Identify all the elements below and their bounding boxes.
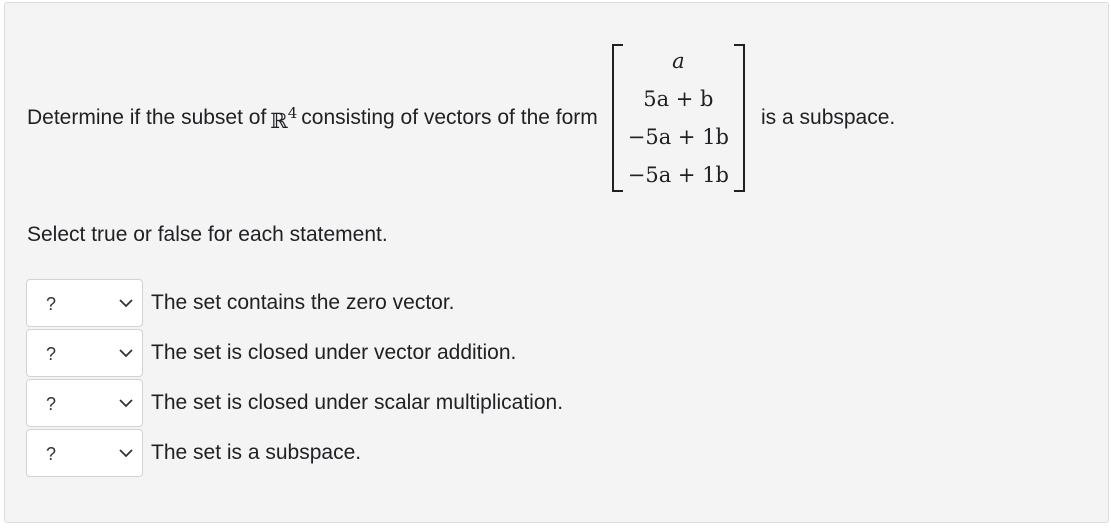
real-space-symbol: ℝ4	[270, 104, 297, 133]
true-false-select[interactable]: ?	[26, 329, 143, 377]
true-false-select[interactable]: ?	[26, 279, 143, 327]
select-value: ?	[46, 294, 57, 314]
matrix-entry: −5a + 1b	[627, 125, 729, 149]
statement-text: The set is closed under scalar multiplic…	[151, 391, 564, 414]
question-middle: consisting of vectors of the form	[301, 106, 598, 129]
matrix-entry: −5a + 1b	[627, 163, 729, 187]
chevron-down-icon	[119, 299, 133, 308]
true-false-select[interactable]: ?	[26, 429, 143, 477]
select-value: ?	[46, 344, 57, 364]
chevron-down-icon	[119, 349, 133, 358]
statement-list: ? The set contains the zero vector. ? Th…	[26, 278, 563, 478]
instructions-text: Select true or false for each statement.	[27, 223, 388, 246]
question-panel: Determine if the subset of ℝ4 consisting…	[4, 2, 1109, 523]
matrix-row: a	[622, 42, 735, 80]
matrix-row: −5a + 1b	[622, 156, 735, 194]
chevron-down-icon	[119, 449, 133, 458]
statement-row: ? The set is closed under vector additio…	[26, 328, 563, 378]
statement-row: ? The set contains the zero vector.	[26, 278, 563, 328]
real-space-dimension: 4	[287, 103, 298, 122]
statement-text: The set contains the zero vector.	[151, 291, 455, 314]
matrix-row: −5a + 1b	[622, 118, 735, 156]
matrix-right-bracket	[734, 44, 745, 192]
true-false-select[interactable]: ?	[26, 379, 143, 427]
vector-matrix: a 5a + b −5a + 1b −5a + 1b	[611, 42, 745, 194]
statement-text: The set is a subspace.	[151, 441, 362, 464]
matrix-entry: 5a + b	[643, 87, 714, 111]
question-suffix: is a subspace.	[761, 106, 896, 129]
matrix-entry: a	[672, 49, 685, 73]
real-space-letter: ℝ	[270, 108, 288, 133]
matrix-row: 5a + b	[622, 80, 735, 118]
select-value: ?	[46, 394, 57, 414]
question-text: Determine if the subset of ℝ4 consisting…	[27, 43, 895, 193]
statement-row: ? The set is a subspace.	[26, 428, 563, 478]
chevron-down-icon	[119, 399, 133, 408]
statement-text: The set is closed under vector addition.	[151, 341, 517, 364]
select-value: ?	[46, 444, 57, 464]
statement-row: ? The set is closed under scalar multipl…	[26, 378, 563, 428]
question-prefix: Determine if the subset of	[27, 106, 267, 129]
matrix-left-bracket	[611, 44, 623, 192]
